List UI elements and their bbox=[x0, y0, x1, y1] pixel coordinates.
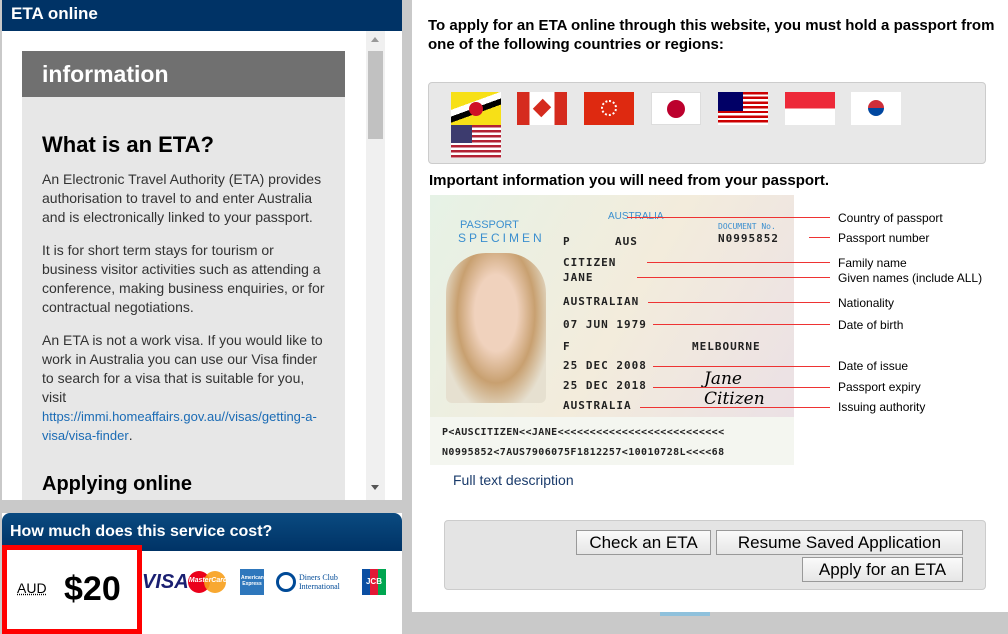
leader-line bbox=[640, 407, 830, 408]
flag-singapore-icon bbox=[785, 92, 835, 125]
paragraph: It is for short term stays for tourism o… bbox=[42, 242, 325, 315]
amex-text: American Express bbox=[241, 575, 264, 587]
flag-usa-icon bbox=[451, 125, 501, 158]
flag-hong-kong-icon bbox=[584, 92, 634, 125]
flag-south-korea-icon bbox=[851, 92, 901, 125]
pp-dob: 07 JUN 1979 bbox=[563, 318, 647, 331]
amex-icon: American Express bbox=[240, 569, 264, 595]
mastercard-text: MasterCard bbox=[188, 577, 228, 584]
check-eta-button[interactable]: Check an ETA bbox=[576, 530, 711, 555]
pp-pob: MELBOURNE bbox=[692, 340, 761, 353]
flag-canada-icon bbox=[517, 92, 567, 125]
leader-line bbox=[627, 217, 830, 218]
eta-online-panel: ETA online information What is an ETA? A… bbox=[2, 0, 402, 500]
leader-line bbox=[653, 324, 830, 325]
jcb-icon: JCB bbox=[362, 569, 386, 595]
panel-title: ETA online bbox=[2, 0, 402, 31]
application-panel: To apply for an ETA online through this … bbox=[412, 0, 1008, 612]
paragraph-text: An ETA is not a work visa. If you would … bbox=[42, 332, 323, 405]
label-country: Country of passport bbox=[838, 211, 943, 225]
diners-club-text: Diners Club International bbox=[299, 573, 340, 591]
flag-japan-icon bbox=[651, 92, 701, 125]
apply-eta-button[interactable]: Apply for an ETA bbox=[802, 557, 963, 582]
scroll-thumb[interactable] bbox=[368, 51, 383, 139]
price-amount: $20 bbox=[64, 570, 121, 608]
pp-doc-label: DOCUMENT No. bbox=[718, 222, 776, 231]
visa-icon: VISA bbox=[142, 571, 189, 593]
diners-club-icon: Diners Club International bbox=[276, 569, 356, 595]
pp-surname: CITIZEN bbox=[563, 256, 617, 269]
information-heading: information bbox=[22, 51, 345, 97]
period: . bbox=[128, 427, 133, 443]
pp-nationality: AUSTRALIAN bbox=[563, 295, 640, 308]
pp-photo bbox=[446, 253, 546, 403]
pp-authority: AUSTRALIA bbox=[563, 399, 632, 412]
leader-line bbox=[653, 366, 830, 367]
label-family-name: Family name bbox=[838, 256, 907, 270]
paragraph: An Electronic Travel Authority (ETA) pro… bbox=[42, 171, 322, 225]
leader-line bbox=[809, 237, 830, 238]
currency: AUD bbox=[17, 580, 47, 596]
leader-line bbox=[648, 302, 830, 303]
paragraph: An ETA is not a work visa. If you would … bbox=[42, 331, 325, 445]
pp-sex: F bbox=[563, 340, 571, 353]
label-date-of-issue: Date of issue bbox=[838, 359, 909, 373]
scrollbar[interactable] bbox=[366, 31, 385, 500]
label-authority: Issuing authority bbox=[838, 400, 926, 414]
leader-line bbox=[647, 262, 830, 263]
pp-specimen: SPECIMEN bbox=[458, 231, 545, 245]
flag-malaysia-icon bbox=[718, 92, 768, 125]
pp-header: PASSPORT bbox=[460, 219, 519, 231]
pp-code: AUS bbox=[615, 235, 638, 248]
leader-line bbox=[637, 277, 830, 278]
label-given-names: Given names (include ALL) bbox=[838, 271, 983, 285]
mastercard-icon: MasterCard bbox=[188, 569, 228, 595]
pp-expiry: 25 DEC 2018 bbox=[563, 379, 647, 392]
pp-mrz1: P<AUSCITIZEN<<JANE<<<<<<<<<<<<<<<<<<<<<<… bbox=[442, 427, 725, 438]
pp-mrz2: N0995852<7AUS7906075F1812257<10010728L<<… bbox=[442, 447, 725, 458]
pp-type: P bbox=[563, 235, 571, 248]
pp-signature: Jane Citizen bbox=[704, 369, 765, 409]
passport-specimen-image: PASSPORT SPECIMEN AUSTRALIA P AUS DOCUME… bbox=[430, 195, 794, 465]
scroll-down-icon[interactable] bbox=[371, 485, 379, 490]
what-is-eta-heading: What is an ETA? bbox=[42, 132, 214, 157]
label-expiry: Passport expiry bbox=[838, 380, 921, 394]
resume-application-button[interactable]: Resume Saved Application bbox=[716, 530, 963, 555]
pp-issue: 25 DEC 2008 bbox=[563, 359, 647, 372]
action-buttons: Check an ETA Resume Saved Application Ap… bbox=[444, 520, 986, 590]
full-text-description-link[interactable]: Full text description bbox=[453, 472, 574, 488]
information-box: information What is an ETA? An Electroni… bbox=[22, 51, 345, 500]
price-box: AUD $20 bbox=[2, 545, 142, 634]
applying-online-heading: Applying online bbox=[42, 473, 192, 495]
eligible-flags bbox=[428, 82, 986, 164]
visa-finder-link[interactable]: https://immi.homeaffairs.gov.au//visas/g… bbox=[42, 409, 317, 443]
intro-text: To apply for an ETA online through this … bbox=[428, 17, 995, 53]
label-passport-number: Passport number bbox=[838, 231, 930, 245]
bottom-indicator bbox=[660, 612, 710, 616]
label-dob: Date of birth bbox=[838, 318, 904, 332]
flag-brunei-icon bbox=[451, 92, 501, 125]
pp-doc-no: N0995852 bbox=[718, 232, 779, 245]
important-info-title: Important information you will need from… bbox=[429, 172, 830, 189]
label-nationality: Nationality bbox=[838, 296, 895, 310]
leader-line bbox=[653, 387, 830, 388]
scroll-up-icon[interactable] bbox=[371, 37, 379, 42]
cost-panel: How much does this service cost? AUD $20… bbox=[2, 513, 402, 634]
pp-given: JANE bbox=[563, 271, 594, 284]
